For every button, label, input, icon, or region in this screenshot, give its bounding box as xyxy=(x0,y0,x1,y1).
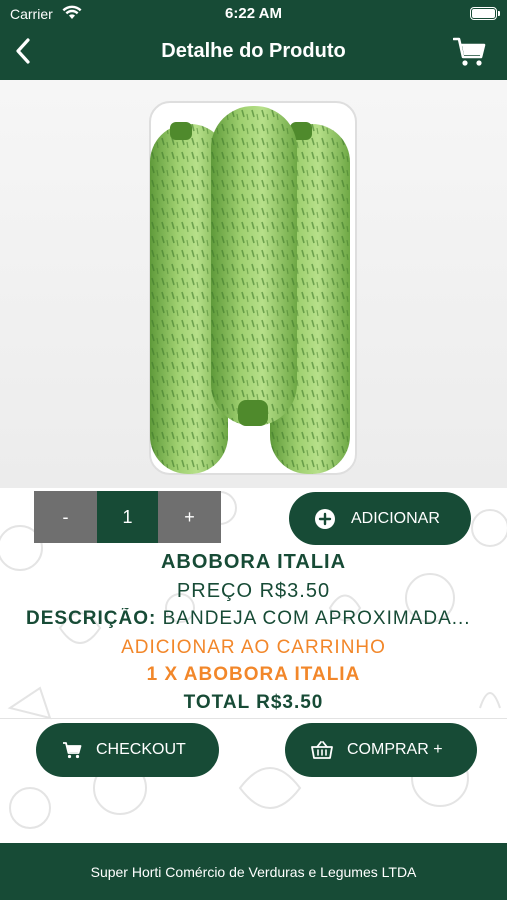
top-bar: Carrier 6:22 AM Detalhe do Produto xyxy=(0,0,507,80)
cart-icon xyxy=(63,742,82,759)
buy-more-label: COMPRAR + xyxy=(347,741,443,758)
clock: 6:22 AM xyxy=(225,5,282,22)
product-price: PREÇO R$3.50 xyxy=(176,580,331,602)
add-button[interactable]: ADICIONAR xyxy=(289,492,471,545)
description-text: BANDEJA COM APROXIMADA... xyxy=(162,608,471,629)
shopping-cart-icon xyxy=(453,37,486,66)
basket-icon xyxy=(311,741,333,759)
plus-circle-icon xyxy=(315,508,335,529)
quantity-stepper: - 1 + xyxy=(34,491,221,543)
add-to-cart-text: ADICIONAR AO CARRINHO xyxy=(121,637,386,658)
checkout-label: CHECKOUT xyxy=(96,741,186,758)
cart-total: TOTAL R$3.50 xyxy=(183,692,324,713)
product-description: DESCRIÇÃO: BANDEJA COM APROXIMADA... xyxy=(26,608,501,630)
divider xyxy=(0,718,507,719)
footer: Super Horti Comércio de Verduras e Legum… xyxy=(0,843,507,900)
product-name: ABOBORA ITALIA xyxy=(160,551,347,573)
increment-button[interactable]: + xyxy=(158,491,221,543)
cart-button[interactable] xyxy=(453,36,487,68)
add-button-label: ADICIONAR xyxy=(351,509,440,527)
description-label: DESCRIÇÃO: xyxy=(26,608,157,629)
cart-line-item: 1 X ABOBORA ITALIA xyxy=(146,664,361,685)
buy-more-button[interactable]: COMPRAR + xyxy=(285,723,477,777)
product-image xyxy=(0,80,507,488)
zucchini-image xyxy=(149,101,357,475)
checkout-button[interactable]: CHECKOUT xyxy=(36,723,219,777)
decrement-button[interactable]: - xyxy=(34,491,97,543)
battery-icon xyxy=(470,7,500,20)
footer-text: Super Horti Comércio de Verduras e Legum… xyxy=(90,863,417,880)
status-bar: Carrier 6:22 AM xyxy=(0,0,507,28)
page-title: Detalhe do Produto xyxy=(161,40,346,62)
quantity-value: 1 xyxy=(97,491,158,543)
